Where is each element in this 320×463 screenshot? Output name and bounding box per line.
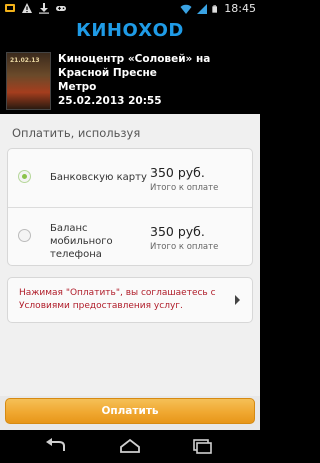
radio-unselected-icon[interactable] xyxy=(18,229,31,242)
section-title: Оплатить, используя xyxy=(12,126,141,140)
signal-icon xyxy=(197,3,208,14)
system-nav-bar xyxy=(0,430,260,463)
event-info: Киноцентр «Соловей» на Красной Пресне Ме… xyxy=(58,52,256,108)
radio-selected-icon[interactable] xyxy=(18,170,31,183)
terms-row[interactable]: Нажимая "Оплатить", вы соглашаетесь с Ус… xyxy=(7,277,253,323)
download-icon xyxy=(39,3,49,14)
status-bar: 18:45 xyxy=(0,0,260,18)
home-icon[interactable] xyxy=(118,438,142,454)
wifi-icon xyxy=(180,4,192,14)
app-icon xyxy=(5,4,15,12)
terms-text: Нажимая "Оплатить", вы соглашаетесь с Ус… xyxy=(19,288,216,311)
payment-options: Банковскую карту 350 руб. Итого к оплате… xyxy=(7,148,253,266)
cinema-name: Киноцентр «Соловей» на Красной Пресне xyxy=(58,53,211,79)
gamepad-icon xyxy=(56,6,66,11)
option-total-label: Итого к оплате xyxy=(150,242,219,252)
option-label: Банковскую карту xyxy=(50,172,147,183)
payment-option-card[interactable]: Банковскую карту 350 руб. Итого к оплате xyxy=(8,149,252,207)
back-icon[interactable] xyxy=(44,438,68,454)
app-header: КИНОХОD xyxy=(0,18,260,44)
option-price: 350 руб. xyxy=(150,224,205,239)
option-label: Баланс мобильного телефона xyxy=(50,223,113,260)
battery-icon xyxy=(212,4,218,13)
option-total-label: Итого к оплате xyxy=(150,183,219,193)
metro-label: Метро xyxy=(58,81,97,93)
session-datetime: 25.02.2013 20:55 xyxy=(58,95,162,107)
app-logo: КИНОХОD xyxy=(76,20,184,41)
event-header: 21.02.13 Киноцентр «Соловей» на Красной … xyxy=(0,44,260,114)
status-right-icons: 18:45 xyxy=(180,2,256,15)
chevron-right-icon xyxy=(235,295,240,305)
payment-content: Оплатить, используя Банковскую карту 350… xyxy=(0,114,260,396)
recent-apps-icon[interactable] xyxy=(190,438,214,454)
status-time: 18:45 xyxy=(224,2,256,15)
option-price: 350 руб. xyxy=(150,165,205,180)
poster-text: 21.02.13 xyxy=(10,57,40,64)
payment-option-mobile[interactable]: Баланс мобильного телефона 350 руб. Итог… xyxy=(8,207,252,265)
warning-icon xyxy=(22,3,32,13)
movie-poster: 21.02.13 xyxy=(6,52,51,110)
status-left-icons xyxy=(4,2,67,14)
pay-button[interactable]: Оплатить xyxy=(5,398,255,424)
